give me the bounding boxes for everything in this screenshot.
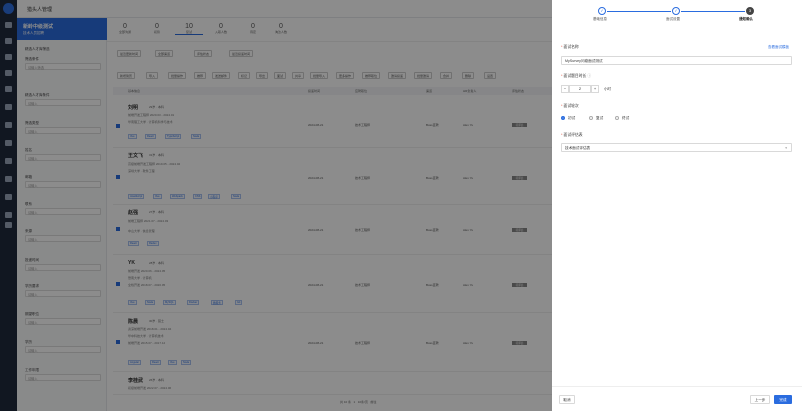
round-radio-second[interactable]: 复试 [589, 116, 603, 121]
info-icon: ⓘ [587, 74, 592, 78]
step-connector [681, 11, 745, 12]
minus-button[interactable]: − [561, 85, 569, 93]
prev-button[interactable]: 上一步 [750, 395, 770, 404]
duration-input[interactable]: 2 [569, 85, 591, 93]
drawer-footer: 取消 上一步 完成 [552, 386, 802, 411]
step-label: 面试设置 [666, 17, 680, 21]
field-label: * 面试评估表 [561, 133, 583, 137]
round-radio-first[interactable]: 初试 [561, 116, 575, 121]
plus-button[interactable]: + [591, 85, 599, 93]
check-icon: ✓ [598, 7, 606, 15]
field-label: * 面试轮次 [561, 104, 579, 108]
interview-name-input[interactable]: MySurvey问卷面试测试 [561, 56, 792, 65]
cancel-button[interactable]: 取消 [559, 395, 575, 404]
chevron-down-icon: ▾ [785, 146, 787, 150]
step-label: 基础信息 [593, 17, 607, 21]
step-connector [607, 11, 671, 12]
evaluation-form-select[interactable]: 技术面试评估表 ▾ [561, 143, 792, 152]
template-link[interactable]: 查看面试模板 [768, 45, 789, 50]
interview-drawer: ✓ ✓ 3 基础信息 面试设置 通知确认 * 面试名称 查看面试模板 MySur… [552, 0, 802, 411]
finish-button[interactable]: 完成 [774, 395, 792, 404]
field-label: * 面试题目时长 ⓘ [561, 74, 592, 78]
check-icon: ✓ [672, 7, 680, 15]
duration-unit: 小时 [604, 87, 611, 91]
round-radio-final[interactable]: 终试 [615, 116, 629, 121]
field-label: * 面试名称 [561, 45, 579, 49]
modal-overlay[interactable] [0, 0, 552, 411]
step-label: 通知确认 [739, 17, 753, 21]
step-number: 3 [746, 7, 754, 15]
